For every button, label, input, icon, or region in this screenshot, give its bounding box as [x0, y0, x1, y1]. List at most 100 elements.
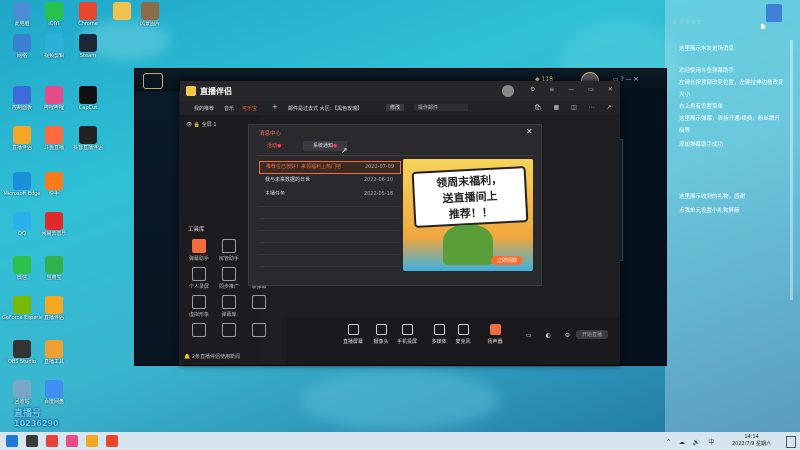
window-controls[interactable]: ⚙ ≡ — ▭ ✕ [530, 86, 619, 93]
bottom-button-icon [347, 324, 359, 335]
taskbar-app-icon[interactable] [86, 435, 98, 447]
message-row[interactable]: 推荐位已放好！来领福利上热门吧 2022-07-09 [259, 161, 401, 174]
desktop-icon-label: 应用宝 [46, 275, 62, 281]
desktop-icon[interactable]: 网易云音乐 [34, 212, 74, 237]
nav-tab[interactable]: 音乐 [224, 105, 234, 112]
tab-system-label: 系统通知 [313, 143, 334, 149]
taskbar-app-icon[interactable] [46, 435, 58, 447]
bottom-button[interactable]: 直播屏幕 [340, 324, 366, 345]
taskbar-app-icon[interactable] [106, 435, 118, 447]
danmaku-panel[interactable]: ♡ ♡ ♡ ♡ ♡ [665, 0, 800, 432]
desktop-icon-label: 抖音直播伴侣 [72, 145, 103, 151]
tool-item[interactable] [244, 323, 274, 339]
like-icon[interactable]: ♡ ♡ ♡ ♡ ♡ [673, 20, 702, 26]
desktop-icon[interactable]: CapCut [68, 86, 108, 111]
taskbar: ^ ☁ 🔊 中 14:14 2022/7/9 星期六 [0, 432, 800, 450]
desktop-icon-label: 风景图片 [139, 21, 160, 27]
panel-message: 这里展示收到的礼物，感谢 [679, 194, 746, 200]
tool-label: 同步推广 [218, 284, 239, 290]
app-nav: 我的推荐 音乐 可乐宝 + 邮件是过去式 大区：【黑色玫瑰】 修改 操作邮件 🛍 ▦… [180, 101, 620, 115]
message-row[interactable]: 我与未来数据的日世 2022-06-10 [259, 175, 399, 186]
app-icon [45, 296, 63, 314]
tool-item[interactable] [244, 295, 274, 311]
tool-icon [222, 323, 236, 337]
announce-field[interactable]: 操作邮件 [414, 104, 468, 111]
tool-item[interactable]: 同步推广 [214, 267, 244, 290]
desktop-icon[interactable]: 直播伴侣 [34, 296, 74, 321]
bottom-button-label: 直播屏幕 [342, 339, 363, 345]
close-icon[interactable]: ✕ [526, 127, 533, 136]
notification-icon[interactable] [786, 436, 796, 448]
tool-label: 弹幕库 [221, 312, 237, 318]
bottom-button[interactable]: 多媒体 [426, 324, 452, 345]
toolbar-icons[interactable]: 🛍 ▦ ◫ ⋯ ↗ [534, 104, 617, 111]
taskbar-app-icon[interactable] [66, 435, 78, 447]
app-icon [13, 212, 31, 230]
bottom-button[interactable]: 麦克风 [450, 324, 476, 345]
clock[interactable]: 14:14 2022/7/9 星期六 [732, 434, 771, 448]
app-icon [45, 212, 63, 230]
user-avatar[interactable] [502, 85, 514, 97]
desktop-icon-label: Steam [79, 53, 97, 59]
nav-tab[interactable]: 可乐宝 [242, 105, 257, 112]
lol-logo [143, 73, 163, 89]
tool-item[interactable]: 个人录屏 [184, 267, 214, 290]
panel-message: 添加弹幕助手成功 [679, 142, 724, 148]
bottom-button-icon [375, 324, 387, 335]
bottom-button[interactable]: 扬声器 [482, 324, 508, 345]
claim-button[interactable]: 立即领取 [491, 256, 524, 265]
panel-message: 点我单元设置小礼物屏蔽 [679, 208, 740, 214]
tray-icons[interactable]: ^ ☁ 🔊 中 [666, 437, 717, 446]
room-title: 邮件是过去式 大区：【黑色玫瑰】 [288, 106, 363, 112]
modify-button[interactable]: 修改 [386, 104, 405, 111]
eye-icon[interactable]: 👁 🔒 [186, 122, 202, 128]
tool-item[interactable]: 房管助手 [214, 239, 244, 262]
tool-item[interactable]: 弹幕助手 [184, 239, 214, 262]
bar-side-icons[interactable]: ▭ ◐ ⚙ [526, 332, 576, 339]
bell-icon: 🔔 [184, 354, 192, 360]
desktop-icon[interactable]: 应用宝 [34, 256, 74, 281]
tool-icon [222, 239, 236, 253]
badge-dot: ● [277, 143, 282, 149]
scene-label[interactable]: 👁 🔒 全屏 1 [186, 121, 217, 128]
panel-scrollbar[interactable] [790, 40, 793, 300]
app-icon [13, 172, 31, 190]
tool-icon [192, 239, 206, 253]
tool-item[interactable] [214, 323, 244, 339]
tools-heading: 工具库 [188, 227, 205, 233]
desktop-icon[interactable]: 百度网盘 [34, 380, 74, 405]
bottom-button-label: 麦克风 [455, 339, 471, 345]
tool-item[interactable]: 虚拟形象 [184, 295, 214, 318]
desktop-icon-label: 直播伴侣 [43, 315, 64, 321]
panel-icon[interactable] [766, 4, 782, 22]
add-tab-button[interactable]: + [272, 103, 278, 111]
tool-item[interactable] [184, 323, 214, 339]
list-filler [259, 195, 399, 275]
nav-tab[interactable]: 我的推荐 [194, 105, 214, 112]
message-date: 2022-07-09 [364, 164, 394, 170]
start-icon[interactable] [6, 435, 18, 447]
tool-label: 房管助手 [218, 256, 239, 262]
app-icon [45, 340, 63, 358]
tool-icon [192, 323, 206, 337]
start-live-button[interactable]: 开始直播 [576, 330, 609, 339]
desktop-icon[interactable]: Steam [68, 34, 108, 59]
room-watermark: 直播号 10236290 [14, 406, 59, 428]
promo-banner[interactable]: 领周末福利， 送直播间上 推荐！！ 立即领取 [403, 159, 533, 271]
desktop-icon[interactable]: 直播工具 [34, 340, 74, 365]
panel-icon-label: 📄 [760, 24, 767, 30]
bottom-button-icon [457, 324, 469, 335]
desktop-icon-label: 直播工具 [43, 359, 64, 365]
bottom-button[interactable]: 手机投屏 [394, 324, 420, 345]
app-icon [45, 126, 63, 144]
tool-icon [252, 323, 266, 337]
desktop-icon[interactable]: 快手 [34, 172, 74, 197]
taskbar-app-icon[interactable] [26, 435, 38, 447]
desktop-icon[interactable]: 风景图片 [130, 2, 170, 27]
message-center-modal[interactable]: 消息中心 ✕ 活动● 系统通知● ➚ 推荐位已放好！来领福利上热门吧 2022-0… [248, 124, 542, 286]
bottom-button[interactable]: 摄像头 [368, 324, 394, 345]
tab-activity[interactable]: 活动● [267, 142, 281, 149]
tool-item[interactable]: 弹幕库 [214, 295, 244, 318]
desktop-icon[interactable]: 抖音直播伴侣 [68, 126, 108, 151]
app-logo-icon [186, 86, 196, 96]
